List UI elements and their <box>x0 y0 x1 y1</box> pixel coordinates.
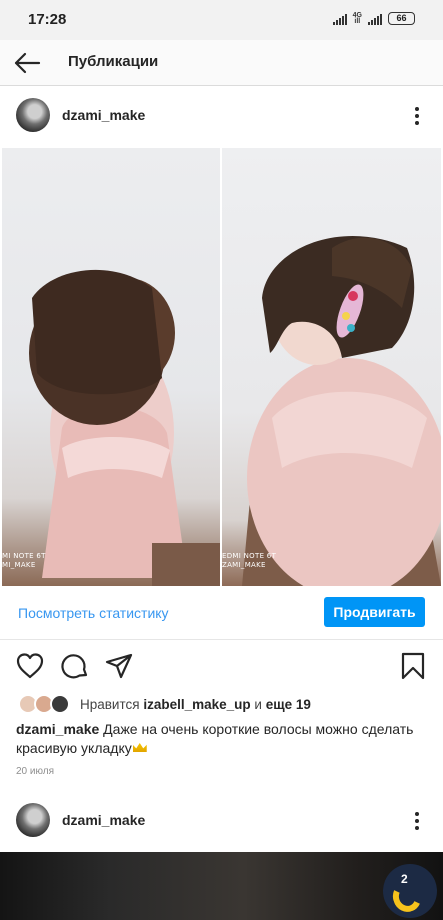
comment-icon <box>61 654 88 679</box>
photo-watermark: MI NOTE 6T MI_MAKE <box>2 552 46 569</box>
post-username[interactable]: dzami_make <box>62 812 145 828</box>
more-vertical-icon <box>415 812 419 816</box>
app-header: Публикации <box>0 40 443 86</box>
post-image-carousel[interactable]: MI NOTE 6T MI_MAKE EDMI NOTE 6T ZAMI_MAK… <box>0 146 443 588</box>
child-back-photo <box>29 269 220 586</box>
liker-avatars <box>18 694 74 716</box>
view-insights-link[interactable]: Посмотреть статистику <box>18 605 169 621</box>
child-side-photo <box>242 236 441 586</box>
status-indicators: 4G ill 66 <box>332 11 415 25</box>
promote-button[interactable]: Продвигать <box>324 597 425 627</box>
back-button[interactable] <box>12 48 42 78</box>
photo-watermark: EDMI NOTE 6T ZAMI_MAKE <box>222 552 277 569</box>
avatar[interactable] <box>16 803 50 837</box>
post-actions <box>0 644 443 688</box>
post-caption: dzami_make Даже на очень короткие волосы… <box>16 720 426 758</box>
status-time: 17:28 <box>28 11 67 28</box>
post-photo-1: MI NOTE 6T MI_MAKE <box>2 148 220 586</box>
bookmark-icon <box>401 652 425 680</box>
post-header: dzami_make <box>0 88 443 144</box>
post-date: 20 июля <box>16 766 55 777</box>
avatar <box>50 694 70 714</box>
comment-button[interactable] <box>60 651 90 681</box>
likes-text: Нравится izabell_make_up и еще 19 <box>80 697 311 712</box>
battery-icon: 66 <box>388 12 415 25</box>
insights-row: Посмотреть статистику Продвигать <box>0 588 443 640</box>
share-icon <box>105 653 133 679</box>
like-button[interactable] <box>15 651 45 681</box>
heart-icon <box>16 653 44 679</box>
liker-username[interactable]: izabell_make_up <box>143 697 250 712</box>
more-options-button[interactable] <box>407 809 427 833</box>
next-post-image[interactable] <box>0 852 443 920</box>
more-options-button[interactable] <box>407 104 427 128</box>
status-bar: 17:28 4G ill 66 <box>0 0 443 40</box>
assistant-logo-icon <box>388 878 426 916</box>
crown-emoji-icon <box>132 743 147 752</box>
signal-icon-2 <box>368 13 382 25</box>
signal-icon <box>332 13 347 25</box>
next-post-header: dzami_make <box>0 793 443 849</box>
likes-summary[interactable]: Нравится izabell_make_up и еще 19 <box>0 692 443 718</box>
more-vertical-icon <box>415 107 419 111</box>
floating-assistant-button[interactable]: 2 <box>383 864 437 918</box>
post-photo-2: EDMI NOTE 6T ZAMI_MAKE <box>222 148 441 586</box>
share-button[interactable] <box>104 651 134 681</box>
page-title: Публикации <box>68 53 159 70</box>
likes-others[interactable]: еще 19 <box>266 697 311 712</box>
post-username[interactable]: dzami_make <box>62 107 145 123</box>
network-type: 4G ill <box>352 11 362 25</box>
arrow-left-icon <box>14 52 41 74</box>
avatar[interactable] <box>16 98 50 132</box>
save-button[interactable] <box>398 651 428 681</box>
caption-username[interactable]: dzami_make <box>16 721 99 737</box>
